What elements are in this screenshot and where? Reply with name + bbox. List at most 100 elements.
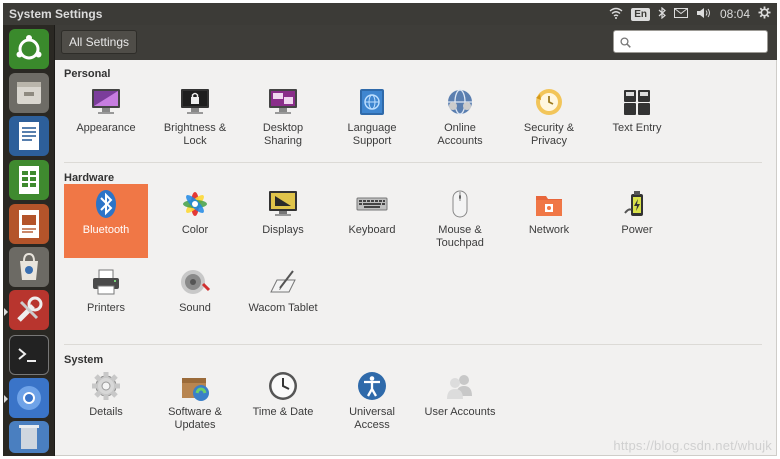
toolbar: All Settings <box>55 25 777 60</box>
active-app-indicator <box>4 308 8 316</box>
section-separator <box>64 162 762 163</box>
settings-item-color[interactable]: Color <box>153 184 237 258</box>
settings-item-mouse-touchpad[interactable]: Mouse & Touchpad <box>418 184 502 258</box>
section-title-personal: Personal <box>64 68 111 80</box>
network-icon <box>533 188 565 220</box>
settings-item-displays[interactable]: Displays <box>241 184 325 258</box>
settings-item-online-accounts[interactable]: Online Accounts <box>418 82 502 156</box>
settings-item-label: Sound <box>179 302 211 314</box>
settings-item-sound[interactable]: Sound <box>153 262 237 336</box>
language-icon <box>356 86 388 118</box>
keyboard-entry-icon <box>621 86 653 118</box>
settings-item-label: Time & Date <box>252 406 314 418</box>
settings-item-label: Desktop Sharing <box>262 122 304 147</box>
search-icon <box>620 35 631 53</box>
bluetooth-indicator-icon[interactable] <box>658 6 666 22</box>
gear-icon <box>90 370 122 402</box>
launcher-files-icon[interactable] <box>9 73 49 113</box>
settings-item-appearance[interactable]: Appearance <box>64 82 148 156</box>
keyboard-layout-indicator[interactable]: En <box>631 7 650 21</box>
settings-item-label: Power <box>621 224 653 236</box>
indicator-area: En 08:04 <box>609 5 771 23</box>
settings-item-universal-access[interactable]: Universal Access <box>330 366 414 440</box>
desktop-sharing-icon <box>267 86 299 118</box>
settings-item-label: Mouse & Touchpad <box>436 224 484 249</box>
settings-item-security-privacy[interactable]: Security & Privacy <box>507 82 591 156</box>
settings-item-software-updates[interactable]: Software & Updates <box>153 366 237 440</box>
power-icon <box>621 188 653 220</box>
settings-item-printers[interactable]: Printers <box>64 262 148 336</box>
settings-item-bluetooth[interactable]: Bluetooth <box>64 184 148 258</box>
settings-item-label: Universal Access <box>349 406 395 431</box>
settings-item-power[interactable]: Power <box>595 184 679 258</box>
all-settings-button[interactable]: All Settings <box>61 30 138 54</box>
launcher-dash-icon[interactable] <box>9 29 49 69</box>
accessibility-icon <box>356 370 388 402</box>
clock-time[interactable]: 08:04 <box>720 7 750 21</box>
launcher-system-settings-icon[interactable] <box>9 290 49 330</box>
settings-item-label: Bluetooth <box>82 224 130 236</box>
settings-item-wacom-tablet[interactable]: Wacom Tablet <box>241 262 325 336</box>
wifi-icon[interactable] <box>609 7 623 22</box>
settings-item-label: Color <box>181 224 209 236</box>
session-gear-icon[interactable] <box>758 6 771 22</box>
settings-item-brightness-lock[interactable]: Brightness & Lock <box>153 82 237 156</box>
bluetooth-icon <box>90 188 122 220</box>
running-app-indicator <box>4 395 8 403</box>
color-icon <box>179 188 211 220</box>
printer-icon <box>90 266 122 298</box>
brightness-lock-icon <box>179 86 211 118</box>
system-settings-window: All Settings Personal Appearance Brightn… <box>55 25 777 456</box>
mail-icon[interactable] <box>673 7 688 21</box>
launcher-software-center-icon[interactable] <box>9 247 49 287</box>
security-privacy-icon <box>533 86 565 118</box>
settings-item-label: Language Support <box>347 122 397 147</box>
settings-item-details[interactable]: Details <box>64 366 148 440</box>
display-icon <box>267 188 299 220</box>
watermark-text: https://blog.csdn.net/whujk <box>613 438 772 453</box>
speaker-icon <box>179 266 211 298</box>
section-title-hardware: Hardware <box>64 172 115 184</box>
tablet-icon <box>267 266 299 298</box>
clock-icon <box>267 370 299 402</box>
online-accounts-icon <box>444 86 476 118</box>
settings-item-user-accounts[interactable]: User Accounts <box>418 366 502 440</box>
appearance-icon <box>90 86 122 118</box>
settings-item-language-support[interactable]: Language Support <box>330 82 414 156</box>
search-input[interactable] <box>634 33 762 50</box>
section-separator <box>64 344 762 345</box>
launcher-calc-icon[interactable] <box>9 160 49 200</box>
software-updates-icon <box>179 370 211 402</box>
settings-item-label: Online Accounts <box>437 122 483 147</box>
settings-item-time-date[interactable]: Time & Date <box>241 366 325 440</box>
launcher-trash-icon[interactable] <box>9 421 49 453</box>
user-accounts-icon <box>444 370 476 402</box>
settings-item-label: Displays <box>262 224 304 236</box>
settings-item-label: Text Entry <box>612 122 662 134</box>
settings-item-keyboard[interactable]: Keyboard <box>330 184 414 258</box>
settings-item-label: User Accounts <box>424 406 496 418</box>
settings-item-label: Appearance <box>76 122 136 134</box>
top-panel: System Settings En 08:04 <box>3 3 777 25</box>
settings-item-label: Network <box>528 224 570 236</box>
settings-item-label: Brightness & Lock <box>163 122 227 147</box>
launcher-terminal-icon[interactable] <box>9 335 49 375</box>
settings-item-label: Details <box>89 406 123 418</box>
mouse-icon <box>444 188 476 220</box>
section-title-system: System <box>64 354 104 366</box>
settings-item-network[interactable]: Network <box>507 184 591 258</box>
launcher <box>3 25 55 456</box>
launcher-browser-icon[interactable] <box>9 378 49 418</box>
settings-item-desktop-sharing[interactable]: Desktop Sharing <box>241 82 325 156</box>
volume-icon[interactable] <box>696 7 712 22</box>
settings-item-label: Wacom Tablet <box>248 302 318 314</box>
settings-item-label: Software & Updates <box>168 406 222 431</box>
launcher-writer-icon[interactable] <box>9 116 49 156</box>
settings-item-label: Keyboard <box>348 224 396 236</box>
window-title: System Settings <box>9 7 103 21</box>
search-box[interactable] <box>613 30 768 53</box>
settings-item-label: Printers <box>87 302 125 314</box>
launcher-impress-icon[interactable] <box>9 204 49 244</box>
settings-item-label: Security & Privacy <box>523 122 575 147</box>
settings-item-text-entry[interactable]: Text Entry <box>595 82 679 156</box>
